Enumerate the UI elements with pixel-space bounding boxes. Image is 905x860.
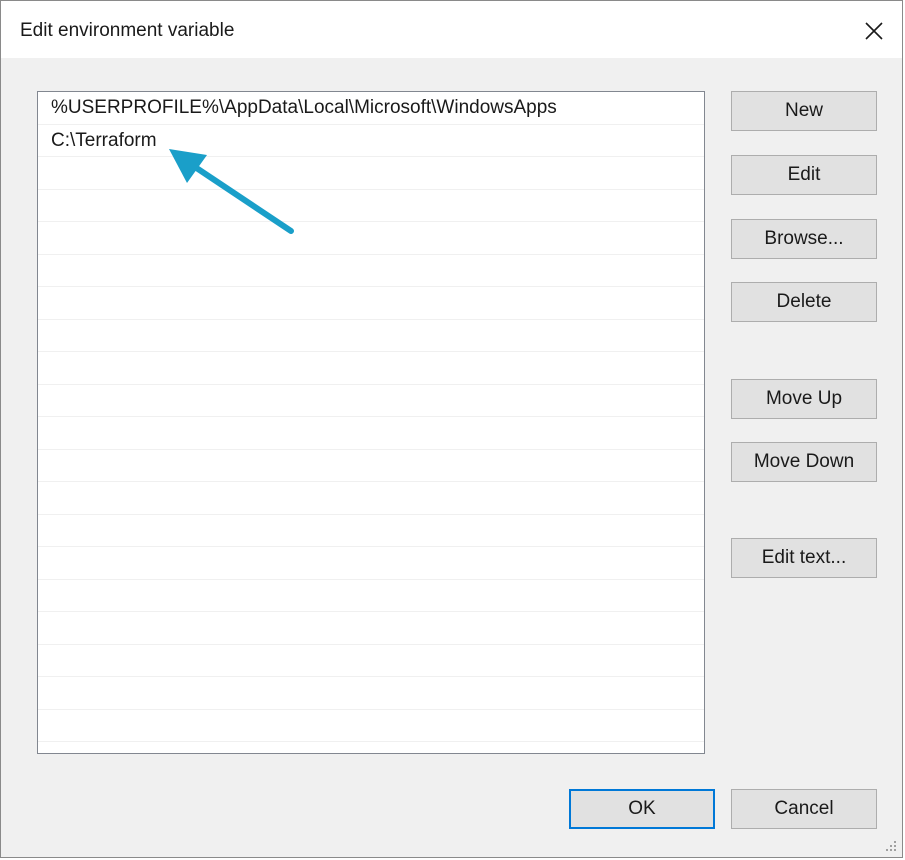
list-item[interactable] <box>38 190 704 222</box>
list-item[interactable] <box>38 482 704 515</box>
edit-environment-variable-dialog: Edit environment variable %USERPROFILE%\… <box>0 0 903 858</box>
list-item[interactable] <box>38 417 704 450</box>
list-item[interactable] <box>38 450 704 482</box>
list-item[interactable]: %USERPROFILE%\AppData\Local\Microsoft\Wi… <box>38 92 704 125</box>
window-title: Edit environment variable <box>20 20 235 41</box>
ok-button[interactable]: OK <box>569 789 715 829</box>
list-item[interactable] <box>38 385 704 417</box>
list-item[interactable] <box>38 320 704 352</box>
list-item[interactable] <box>38 612 704 645</box>
path-entries-list[interactable]: %USERPROFILE%\AppData\Local\Microsoft\Wi… <box>37 91 705 754</box>
list-item[interactable] <box>38 677 704 710</box>
list-item[interactable] <box>38 255 704 287</box>
list-item[interactable] <box>38 515 704 547</box>
resize-grip-icon[interactable] <box>884 839 898 853</box>
close-button[interactable] <box>854 11 894 51</box>
new-button[interactable]: New <box>731 91 877 131</box>
move-up-button[interactable]: Move Up <box>731 379 877 419</box>
arrow-icon <box>169 149 294 234</box>
cancel-button[interactable]: Cancel <box>731 789 877 829</box>
move-down-button[interactable]: Move Down <box>731 442 877 482</box>
list-item[interactable] <box>38 710 704 742</box>
list-item[interactable] <box>38 547 704 580</box>
list-item[interactable]: C:\Terraform <box>38 125 704 157</box>
delete-button[interactable]: Delete <box>731 282 877 322</box>
list-item[interactable] <box>38 157 704 190</box>
title-bar: Edit environment variable <box>1 1 902 58</box>
list-item[interactable] <box>38 580 704 612</box>
close-icon <box>865 22 883 40</box>
browse-button[interactable]: Browse... <box>731 219 877 259</box>
list-item[interactable] <box>38 352 704 385</box>
edit-text-button[interactable]: Edit text... <box>731 538 877 578</box>
list-item[interactable] <box>38 222 704 255</box>
list-item[interactable] <box>38 287 704 320</box>
list-item[interactable] <box>38 645 704 677</box>
edit-button[interactable]: Edit <box>731 155 877 195</box>
